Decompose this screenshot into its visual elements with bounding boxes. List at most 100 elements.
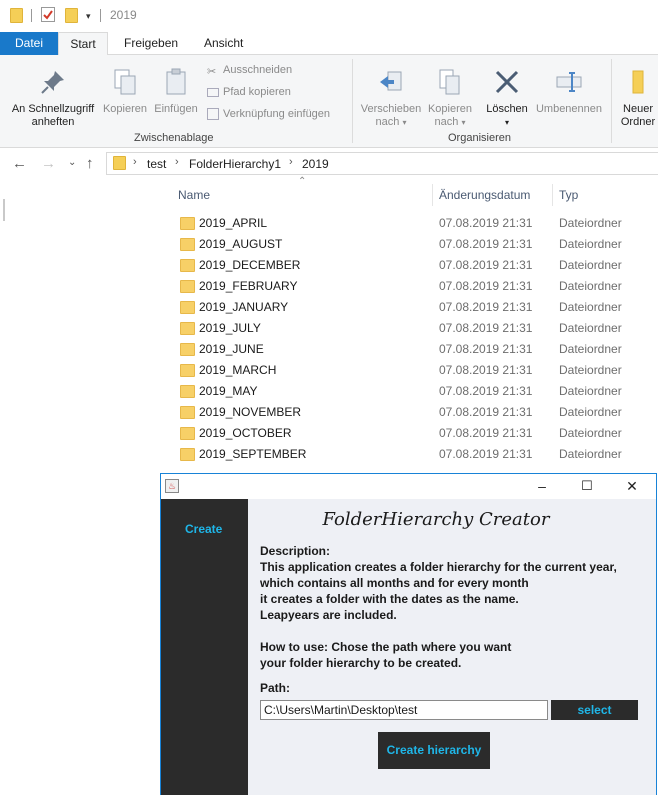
pin-quick-access-button[interactable]: An Schnellzugriff anheften — [6, 67, 100, 129]
file-type: Dateiordner — [559, 321, 622, 335]
copy-to-label-line1: Kopieren — [427, 103, 473, 115]
column-divider[interactable] — [432, 184, 433, 206]
navigation-pane[interactable] — [0, 180, 160, 795]
file-name: 2019_AUGUST — [199, 237, 283, 251]
delete-button[interactable]: Löschen ▾ — [482, 67, 532, 129]
chevron-right-icon[interactable]: › — [175, 156, 179, 168]
folder-icon — [113, 156, 126, 170]
address-bar[interactable]: › test › FolderHierarchy1 › 2019 — [106, 152, 658, 175]
column-header-date[interactable]: Änderungsdatum — [439, 188, 530, 202]
paste-shortcut-button[interactable]: Verknüpfung einfügen — [207, 106, 330, 122]
new-folder-label-line1: Neuer — [623, 103, 653, 115]
create-hierarchy-button[interactable]: Create hierarchy — [378, 732, 490, 769]
list-item[interactable]: 2019_JUNE 07.08.2019 21:31 Dateiordner — [172, 339, 658, 360]
up-arrow-icon[interactable]: ↑ — [86, 155, 94, 172]
folder-icon — [180, 259, 195, 272]
file-name: 2019_JANUARY — [199, 300, 289, 314]
chevron-down-icon: ▾ — [461, 118, 466, 127]
file-name: 2019_NOVEMBER — [199, 405, 302, 419]
breadcrumb-folderhierarchy1[interactable]: FolderHierarchy1 — [189, 157, 281, 171]
rename-label: Umbenennen — [535, 103, 603, 115]
pin-icon — [38, 67, 68, 97]
column-divider[interactable] — [552, 184, 553, 206]
file-name: 2019_SEPTEMBER — [199, 447, 307, 461]
folder-icon — [180, 280, 195, 293]
new-folder-label-line2: Ordner — [620, 116, 656, 128]
file-name: 2019_MAY — [199, 384, 258, 398]
customize-quick-access-icon[interactable]: ▾ — [86, 11, 91, 22]
file-type: Dateiordner — [559, 216, 622, 230]
move-to-label-line1: Verschieben — [360, 103, 422, 115]
list-item[interactable]: 2019_JULY 07.08.2019 21:31 Dateiordner — [172, 318, 658, 339]
copy-button[interactable]: Kopieren — [101, 67, 149, 116]
file-name: 2019_FEBRUARY — [199, 279, 298, 293]
sort-ascending-icon: ⌃ — [298, 176, 307, 187]
new-folder-button[interactable]: Neuer Ordner — [616, 67, 658, 129]
move-to-button[interactable]: Verschieben nach ▾ — [357, 67, 425, 129]
divider — [31, 9, 32, 22]
organize-group-label: Organisieren — [448, 132, 511, 144]
list-item[interactable]: 2019_APRIL 07.08.2019 21:31 Dateiordner — [172, 213, 658, 234]
delete-x-icon — [492, 67, 522, 97]
folder-icon — [180, 364, 195, 377]
close-icon[interactable]: ✕ — [617, 476, 647, 496]
file-date: 07.08.2019 21:31 — [439, 342, 533, 356]
breadcrumb-2019[interactable]: 2019 — [302, 157, 329, 171]
column-header-name[interactable]: Name — [178, 188, 210, 202]
app-heading: FolderHierarchy Creator — [322, 509, 550, 530]
list-item[interactable]: 2019_FEBRUARY 07.08.2019 21:31 Dateiordner — [172, 276, 658, 297]
chevron-down-icon: ▾ — [402, 118, 407, 127]
tab-start[interactable]: Start — [58, 32, 108, 56]
chevron-right-icon[interactable]: › — [133, 156, 137, 168]
breadcrumb-test[interactable]: test — [147, 157, 166, 171]
path-label: Path: — [260, 681, 290, 695]
recent-locations-chevron-icon[interactable]: ⌄ — [68, 157, 76, 168]
paste-button[interactable]: Einfügen — [152, 67, 200, 116]
file-date: 07.08.2019 21:31 — [439, 363, 533, 377]
back-arrow-icon[interactable]: ← — [12, 155, 27, 172]
sidebar-item-create[interactable]: Create — [185, 522, 222, 536]
copy-to-label-line2: nach — [434, 116, 459, 128]
file-type: Dateiordner — [559, 426, 622, 440]
column-header-type[interactable]: Typ — [559, 188, 578, 202]
list-item[interactable]: 2019_MARCH 07.08.2019 21:31 Dateiordner — [172, 360, 658, 381]
description-line: Leapyears are included. — [260, 608, 397, 622]
list-item[interactable]: 2019_AUGUST 07.08.2019 21:31 Dateiordner — [172, 234, 658, 255]
move-to-icon — [376, 67, 406, 97]
list-item[interactable]: 2019_MAY 07.08.2019 21:31 Dateiordner — [172, 381, 658, 402]
rename-button[interactable]: Umbenennen — [531, 67, 607, 116]
tab-share[interactable]: Freigeben — [112, 32, 190, 55]
maximize-icon[interactable]: ☐ — [572, 476, 602, 496]
file-type: Dateiordner — [559, 384, 622, 398]
list-item[interactable]: 2019_NOVEMBER 07.08.2019 21:31 Dateiordner — [172, 402, 658, 423]
forward-arrow-icon[interactable]: → — [41, 155, 56, 172]
copy-to-icon — [435, 67, 465, 97]
file-list: ⌃ Name Änderungsdatum Typ 2019_APRIL 07.0… — [160, 176, 658, 480]
list-item[interactable]: 2019_OCTOBER 07.08.2019 21:31 Dateiordner — [172, 423, 658, 444]
list-item[interactable]: 2019_JANUARY 07.08.2019 21:31 Dateiordner — [172, 297, 658, 318]
tab-file[interactable]: Datei — [0, 32, 58, 55]
new-folder-icon — [623, 67, 653, 97]
path-input[interactable] — [260, 700, 548, 720]
file-name: 2019_JUNE — [199, 342, 264, 356]
pin-label-line1: An Schnellzugriff — [11, 103, 95, 115]
minimize-icon[interactable]: – — [527, 476, 557, 496]
file-name: 2019_APRIL — [199, 216, 268, 230]
copy-to-button[interactable]: Kopieren nach ▾ — [424, 67, 476, 129]
new-folder-quick-icon[interactable] — [65, 8, 78, 23]
folder-icon — [10, 8, 23, 23]
file-type: Dateiordner — [559, 405, 622, 419]
group-separator — [611, 59, 612, 143]
cut-label: Ausschneiden — [223, 64, 293, 76]
cut-button[interactable]: ✂ Ausschneiden — [207, 62, 292, 78]
list-item[interactable]: 2019_DECEMBER 07.08.2019 21:31 Dateiordner — [172, 255, 658, 276]
file-date: 07.08.2019 21:31 — [439, 447, 533, 461]
select-button[interactable]: select — [551, 700, 638, 720]
tab-view[interactable]: Ansicht — [192, 32, 255, 55]
copy-path-button[interactable]: Pfad kopieren — [207, 84, 291, 100]
file-name: 2019_DECEMBER — [199, 258, 301, 272]
chevron-right-icon[interactable]: › — [289, 156, 293, 168]
properties-icon[interactable] — [41, 7, 55, 22]
list-item[interactable]: 2019_SEPTEMBER 07.08.2019 21:31 Dateiordne… — [172, 444, 658, 465]
file-date: 07.08.2019 21:31 — [439, 405, 533, 419]
